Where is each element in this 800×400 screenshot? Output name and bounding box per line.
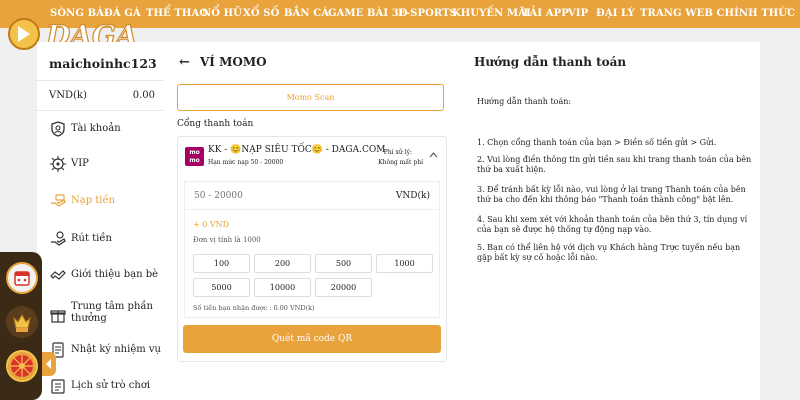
sidebar-item-game-history[interactable]: Lịch sử trò chơi	[37, 374, 164, 400]
reward-icon	[49, 306, 67, 324]
guide-step: 5. Bạn có thể liên hệ với dịch vụ Khách …	[477, 243, 741, 262]
amount-chip[interactable]: 10000	[254, 278, 311, 297]
nav-item-esports[interactable]: E-SPORTS	[398, 8, 457, 19]
nav-item-official-site[interactable]: TRANG WEB CHÍNH THỨC	[640, 8, 795, 19]
nav-item-lottery[interactable]: XỔ SỐ	[243, 8, 279, 19]
referral-icon	[49, 266, 67, 284]
fee-label: Phí xử lý:	[383, 149, 412, 156]
amount-chip[interactable]: 5000	[193, 278, 250, 297]
divider	[37, 80, 164, 81]
sidebar-item-label: Rút tiền	[71, 233, 112, 244]
nav-item-promotions[interactable]: KHUYẾN MÃI	[452, 8, 531, 19]
vip-badge-icon[interactable]	[6, 306, 38, 338]
deposit-panel: ← VÍ MOMO Momo Scan Cổng thanh toán mo m…	[164, 42, 760, 400]
currency-label: VND(k)	[395, 191, 430, 201]
gateway-section-label: Cổng thanh toán	[177, 119, 254, 129]
balance-label: VND(k)	[49, 90, 87, 101]
amount-chip[interactable]: 1000	[376, 254, 433, 273]
converted-amount: + 0 VND	[193, 220, 230, 229]
sidebar-item-rewards[interactable]: Trung tâm phần thưởng	[37, 298, 164, 332]
history-icon	[49, 377, 67, 395]
sidebar-item-label: Nạp tiền	[71, 195, 116, 206]
deposit-icon	[49, 192, 67, 210]
username: maichoinhc123	[49, 56, 157, 71]
momo-scan-button[interactable]: Momo Scan	[177, 84, 444, 111]
user-icon	[49, 120, 67, 138]
gateway-name[interactable]: KK - 😊NẠP SIÊU TỐC😊 - DAGA.COM	[208, 145, 385, 155]
sidebar-item-label: Giới thiệu bạn bè	[71, 269, 159, 280]
sidebar-item-withdraw[interactable]: Rút tiền	[37, 227, 164, 253]
nav-item-download-app[interactable]: TẢI APP	[522, 8, 569, 19]
guide-step: 1. Chọn cổng thanh toán của bạn > Điền s…	[477, 138, 717, 147]
nav-item-fishing[interactable]: BẮN CÁ	[284, 8, 329, 19]
calendar-icon[interactable]	[6, 262, 38, 294]
guide-step: 3. Để tránh bất kỳ lỗi nào, vui lòng ở l…	[477, 185, 746, 204]
account-sidebar: maichoinhc123 VND(k) 0.00 Tài khoản VIP …	[37, 42, 164, 400]
guide-title: Hướng dẫn thanh toán	[474, 55, 627, 69]
sidebar-item-label: Trung tâm phần thưởng	[71, 301, 153, 324]
sidebar-item-label: Nhật ký nhiệm vụ	[71, 344, 161, 355]
divider	[37, 110, 164, 111]
receive-amount-note: Số tiền bạn nhận được : 0.00 VND(k)	[193, 304, 315, 312]
amount-chip[interactable]: 100	[193, 254, 250, 273]
lucky-wheel-icon[interactable]	[6, 350, 38, 382]
amount-chip[interactable]: 500	[315, 254, 372, 273]
amount-section: VND(k) + 0 VND Đơn vị tính là 1000 100 2…	[184, 181, 440, 318]
sidebar-item-label: Lịch sử trò chơi	[71, 380, 151, 391]
sidebar-item-label: VIP	[71, 158, 89, 169]
vip-icon	[49, 155, 67, 173]
guide-subtitle: Hướng dẫn thanh toán:	[477, 97, 572, 106]
fee-value: Không mất phí	[378, 159, 423, 166]
withdraw-icon	[49, 230, 67, 248]
scan-qr-button[interactable]: Quét mã code QR	[183, 325, 441, 353]
amount-chip[interactable]: 20000	[315, 278, 372, 297]
unit-note: Đơn vị tính là 1000	[193, 236, 261, 244]
gateway-limit: Hạn mức nạp 50 - 20000	[208, 159, 284, 166]
nav-item-card-3d[interactable]: GAME BÀI 3D	[328, 8, 408, 19]
collapse-arrow-icon[interactable]	[42, 352, 56, 376]
amount-chip[interactable]: 200	[254, 254, 311, 273]
floating-promo-panel	[0, 252, 42, 400]
guide-step: 2. Vui lòng điền thông tin gửi tiền sau …	[477, 155, 752, 174]
sidebar-item-account[interactable]: Tài khoản	[37, 117, 164, 143]
nav-item-slots[interactable]: NỔ HŨ	[202, 8, 242, 19]
sidebar-item-missions[interactable]: Nhật ký nhiệm vụ	[37, 338, 164, 364]
sidebar-item-label: Tài khoản	[71, 123, 121, 134]
nav-item-agent[interactable]: ĐẠI LÝ	[596, 8, 635, 19]
nav-item-vip[interactable]: VIP	[568, 8, 588, 19]
momo-logo: mo mo	[185, 147, 204, 166]
chevron-up-icon[interactable]	[429, 151, 438, 160]
sidebar-item-referral[interactable]: Giới thiệu bạn bè	[37, 263, 164, 289]
sidebar-item-vip[interactable]: VIP	[37, 152, 164, 178]
sidebar-item-deposit[interactable]: Nạp tiền	[37, 189, 164, 215]
back-arrow-icon[interactable]: ←	[179, 55, 190, 70]
page-title: VÍ MOMO	[200, 55, 267, 69]
guide-step: 4. Sau khi xem xét với khoản thanh toán …	[477, 215, 748, 234]
balance-value: 0.00	[132, 90, 155, 101]
